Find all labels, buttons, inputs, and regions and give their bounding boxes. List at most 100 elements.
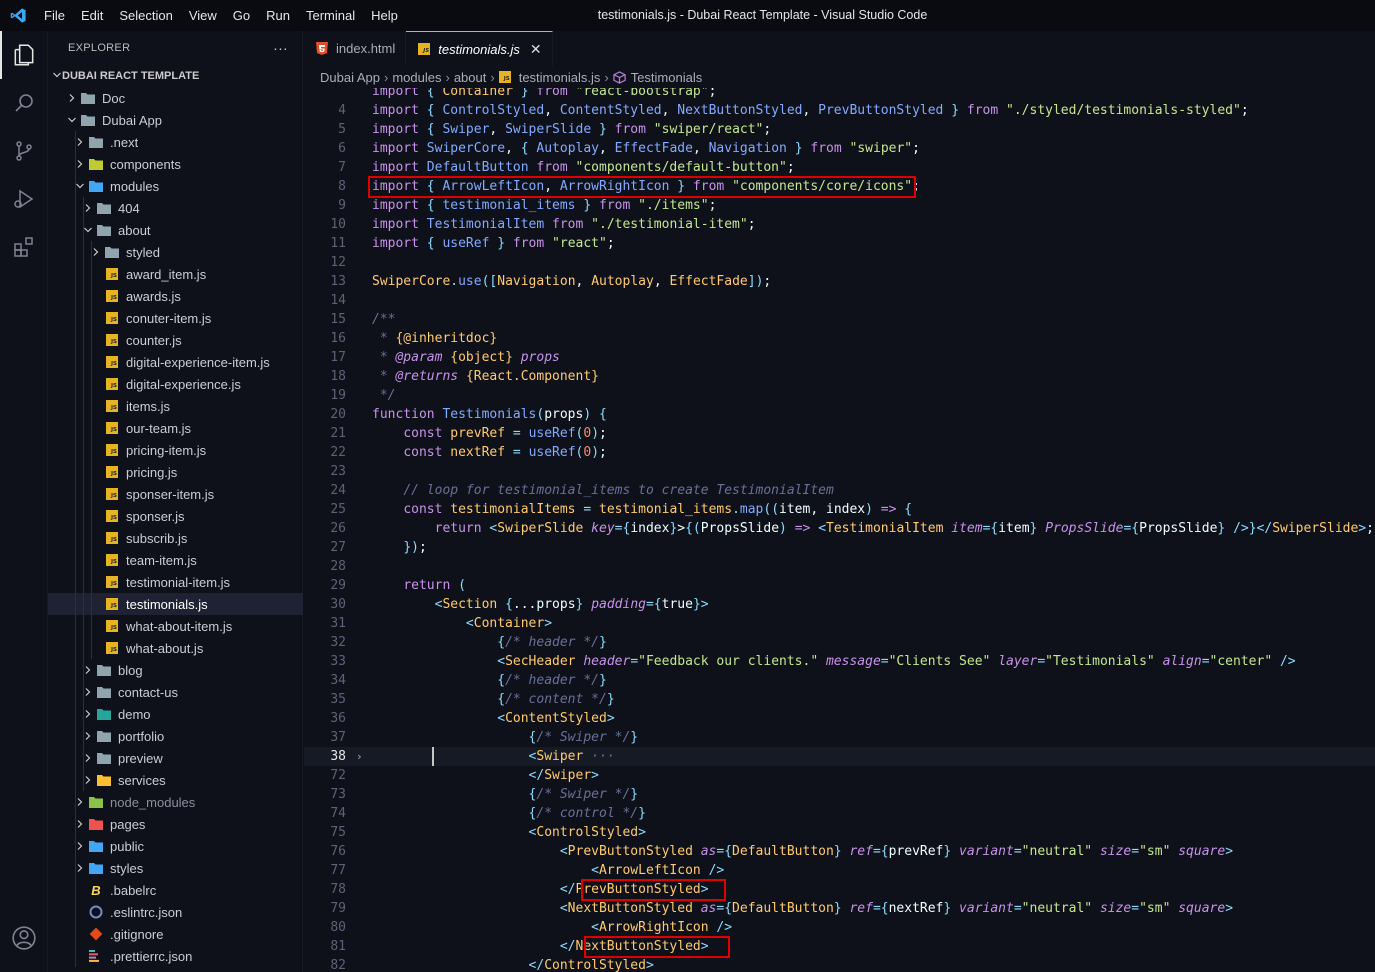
tree-file[interactable]: JS digital-experience-item.js: [48, 351, 303, 373]
tree-file[interactable]: JS pricing-item.js: [48, 439, 303, 461]
tree-file[interactable]: JS sponser.js: [48, 505, 303, 527]
tree-file[interactable]: JS what-about.js: [48, 637, 303, 659]
code-line[interactable]: 78 </PrevButtonStyled>: [304, 880, 1375, 899]
code-line[interactable]: 4 import { ControlStyled, ContentStyled, …: [304, 101, 1375, 120]
tree-file[interactable]: JS what-about-item.js: [48, 615, 303, 637]
breadcrumb-item[interactable]: about: [454, 70, 487, 85]
tree-folder[interactable]: styled: [48, 241, 303, 263]
code-line[interactable]: 21 const prevRef = useRef(0);: [304, 424, 1375, 443]
code-line[interactable]: 7 import DefaultButton from "components/d…: [304, 158, 1375, 177]
menu-selection[interactable]: Selection: [111, 0, 180, 31]
source-control-icon[interactable]: [0, 127, 48, 175]
menu-view[interactable]: View: [181, 0, 225, 31]
code-editor[interactable]: import { Container } from "react-bootstr…: [304, 88, 1375, 972]
tree-file[interactable]: .prettierrc.json: [48, 945, 303, 967]
tree-folder[interactable]: contact-us: [48, 681, 303, 703]
code-line[interactable]: 80 <ArrowRightIcon />: [304, 918, 1375, 937]
tree-file[interactable]: JS counter.js: [48, 329, 303, 351]
tree-file[interactable]: JS subscrib.js: [48, 527, 303, 549]
tree-file[interactable]: JS testimonial-item.js: [48, 571, 303, 593]
tree-folder[interactable]: components: [48, 153, 303, 175]
code-line[interactable]: 82 </ControlStyled>: [304, 956, 1375, 972]
close-icon[interactable]: ✕: [530, 41, 542, 58]
extensions-icon[interactable]: [0, 223, 48, 271]
code-line[interactable]: 74 {/* control */}: [304, 804, 1375, 823]
code-line[interactable]: 38 › <Swiper ···: [304, 747, 1375, 766]
code-line[interactable]: 6 import SwiperCore, { Autoplay, EffectFa…: [304, 139, 1375, 158]
tree-folder[interactable]: .next: [48, 131, 303, 153]
code-line[interactable]: 15 /**: [304, 310, 1375, 329]
code-line[interactable]: 29 return (: [304, 576, 1375, 595]
tree-folder[interactable]: blog: [48, 659, 303, 681]
code-line[interactable]: 9 import { testimonial_items } from "./it…: [304, 196, 1375, 215]
tree-file[interactable]: JS sponser-item.js: [48, 483, 303, 505]
tree-file[interactable]: JS award_item.js: [48, 263, 303, 285]
code-line[interactable]: 23: [304, 462, 1375, 481]
code-line[interactable]: 33 <SecHeader header="Feedback our clien…: [304, 652, 1375, 671]
code-line[interactable]: 37 {/* Swiper */}: [304, 728, 1375, 747]
code-line[interactable]: import { Container } from "react-bootstr…: [304, 88, 1375, 101]
tree-folder[interactable]: about: [48, 219, 303, 241]
code-line[interactable]: 28: [304, 557, 1375, 576]
code-line[interactable]: 75 <ControlStyled>: [304, 823, 1375, 842]
tree-folder[interactable]: Doc: [48, 87, 303, 109]
tree-file[interactable]: JS digital-experience.js: [48, 373, 303, 395]
code-line[interactable]: 5 import { Swiper, SwiperSlide } from "sw…: [304, 120, 1375, 139]
breadcrumb-item[interactable]: modules: [392, 70, 441, 85]
tree-file[interactable]: JS conuter-item.js: [48, 307, 303, 329]
tree-file[interactable]: JS awards.js: [48, 285, 303, 307]
code-line[interactable]: 79 <NextButtonStyled as={DefaultButton} …: [304, 899, 1375, 918]
tree-file[interactable]: JS testimonials.js: [48, 593, 303, 615]
code-line[interactable]: 25 const testimonialItems = testimonial_…: [304, 500, 1375, 519]
code-line[interactable]: 11 import { useRef } from "react";: [304, 234, 1375, 253]
tab-testimonials-js[interactable]: JS testimonials.js ✕: [406, 31, 553, 66]
code-line[interactable]: 13 SwiperCore.use([Navigation, Autoplay, …: [304, 272, 1375, 291]
code-line[interactable]: 36 <ContentStyled>: [304, 709, 1375, 728]
menu-file[interactable]: File: [36, 0, 73, 31]
tree-folder[interactable]: portfolio: [48, 725, 303, 747]
code-line[interactable]: 73 {/* Swiper */}: [304, 785, 1375, 804]
code-line[interactable]: 8 import { ArrowLeftIcon, ArrowRightIcon …: [304, 177, 1375, 196]
code-line[interactable]: 20 function Testimonials(props) {: [304, 405, 1375, 424]
tree-file[interactable]: B .babelrc: [48, 879, 303, 901]
code-line[interactable]: 81 </NextButtonStyled>: [304, 937, 1375, 956]
code-line[interactable]: 19 */: [304, 386, 1375, 405]
search-icon[interactable]: [0, 79, 48, 127]
menu-terminal[interactable]: Terminal: [298, 0, 363, 31]
code-line[interactable]: 30 <Section {...props} padding={true}>: [304, 595, 1375, 614]
account-icon[interactable]: [0, 914, 48, 962]
tree-file[interactable]: .eslintrc.json: [48, 901, 303, 923]
menu-go[interactable]: Go: [225, 0, 258, 31]
project-root[interactable]: DUBAI REACT TEMPLATE: [48, 65, 302, 87]
explorer-icon[interactable]: [0, 31, 48, 79]
tree-folder[interactable]: pages: [48, 813, 303, 835]
code-line[interactable]: 17 * @param {object} props: [304, 348, 1375, 367]
tree-folder[interactable]: node_modules: [48, 791, 303, 813]
code-line[interactable]: 32 {/* header */}: [304, 633, 1375, 652]
code-line[interactable]: 35 {/* content */}: [304, 690, 1375, 709]
tree-file[interactable]: JS items.js: [48, 395, 303, 417]
tree-file[interactable]: JS our-team.js: [48, 417, 303, 439]
code-line[interactable]: 77 <ArrowLeftIcon />: [304, 861, 1375, 880]
code-line[interactable]: 31 <Container>: [304, 614, 1375, 633]
code-line[interactable]: 72 </Swiper>: [304, 766, 1375, 785]
code-line[interactable]: 76 <PrevButtonStyled as={DefaultButton} …: [304, 842, 1375, 861]
menu-edit[interactable]: Edit: [73, 0, 111, 31]
code-line[interactable]: 27 });: [304, 538, 1375, 557]
tree-file[interactable]: JS team-item.js: [48, 549, 303, 571]
code-line[interactable]: 10 import TestimonialItem from "./testimo…: [304, 215, 1375, 234]
menu-run[interactable]: Run: [258, 0, 298, 31]
tree-folder[interactable]: styles: [48, 857, 303, 879]
code-line[interactable]: 34 {/* header */}: [304, 671, 1375, 690]
tree-file[interactable]: JS pricing.js: [48, 461, 303, 483]
code-line[interactable]: 22 const nextRef = useRef(0);: [304, 443, 1375, 462]
breadcrumb-file[interactable]: JS testimonials.js: [498, 70, 600, 85]
more-actions-button[interactable]: ···: [273, 40, 288, 56]
breadcrumb-symbol[interactable]: Testimonials: [613, 70, 702, 85]
code-line[interactable]: 24 // loop for testimonial_items to crea…: [304, 481, 1375, 500]
tree-folder[interactable]: 404: [48, 197, 303, 219]
fold-chevron-icon[interactable]: ›: [356, 747, 363, 766]
code-line[interactable]: 12: [304, 253, 1375, 272]
code-line[interactable]: 18 * @returns {React.Component}: [304, 367, 1375, 386]
tree-folder[interactable]: public: [48, 835, 303, 857]
